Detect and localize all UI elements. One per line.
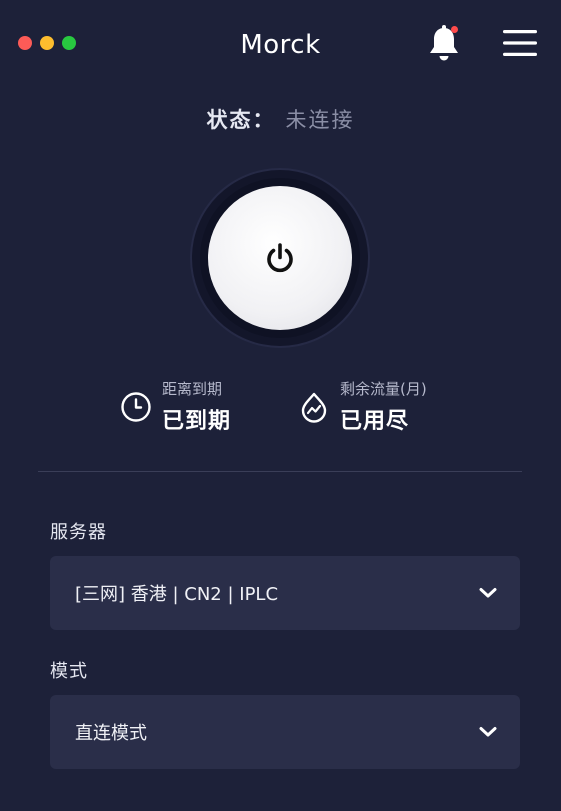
hamburger-menu-icon [503, 30, 537, 56]
power-button-ring [192, 170, 368, 346]
mode-label: 模式 [50, 661, 88, 682]
traffic-value: 已用尽 [340, 409, 410, 434]
mode-select[interactable]: 直连模式 [50, 695, 520, 769]
app-title: Morck [240, 30, 321, 60]
connection-status: 状态： 未连接 [0, 104, 561, 134]
traffic-label: 剩余流量(月) [340, 380, 427, 398]
droplet-chart-icon [301, 392, 327, 423]
status-value: 未连接 [285, 108, 355, 132]
expiry-info: 距离到期 已到期 [120, 378, 231, 435]
clock-icon [121, 391, 151, 422]
chevron-down-icon [479, 588, 497, 598]
server-label: 服务器 [50, 522, 107, 543]
expiry-label: 距离到期 [162, 380, 223, 398]
notifications-button[interactable] [426, 24, 462, 64]
notification-badge [451, 26, 458, 33]
power-icon [267, 243, 293, 273]
menu-button[interactable] [502, 28, 538, 58]
server-select[interactable]: [三网] 香港 | CN2 | IPLC [50, 556, 520, 630]
expiry-value: 已到期 [162, 409, 232, 434]
status-label: 状态： [206, 108, 276, 132]
divider [38, 471, 522, 472]
chevron-down-icon [479, 727, 497, 737]
traffic-info: 剩余流量(月) 已用尽 [298, 378, 427, 435]
server-selected-value: [三网] 香港 | CN2 | IPLC [75, 584, 279, 605]
app-window: Morck 状态： 未连接 距离到期 已到期 剩余流量(月) 已用尽 服务器 [… [0, 0, 561, 811]
power-button[interactable] [208, 186, 352, 330]
mode-selected-value: 直连模式 [75, 723, 147, 744]
